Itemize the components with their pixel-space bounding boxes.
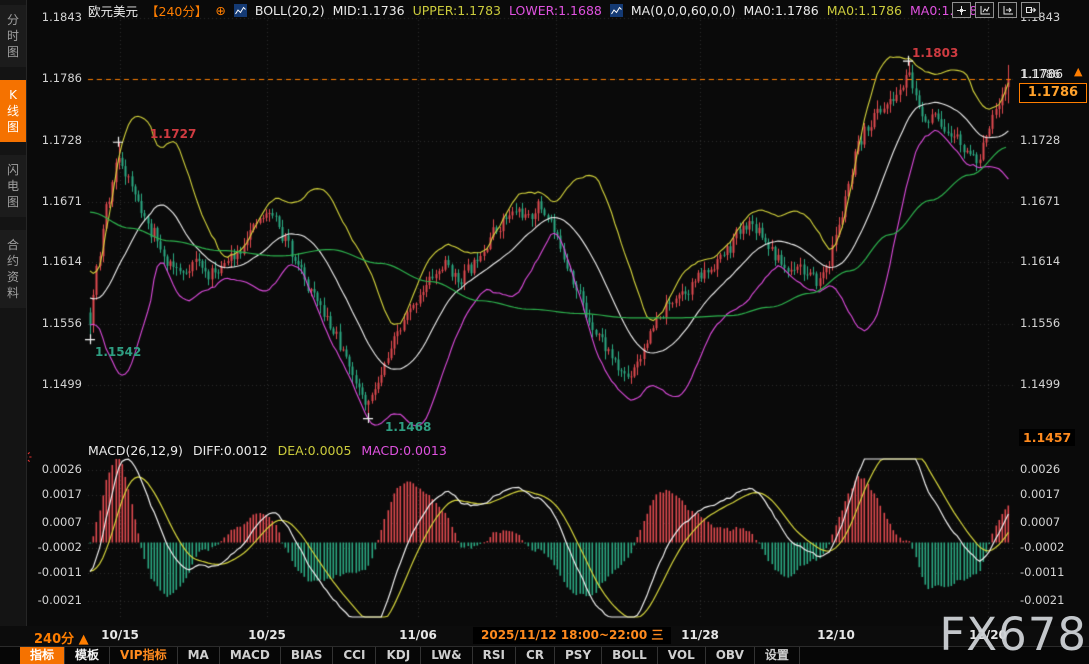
macd-axis-label-right: -0.0011 bbox=[1020, 565, 1064, 579]
date-label: 12/10 bbox=[801, 628, 871, 642]
toolbar-indicator[interactable]: 指标 bbox=[20, 647, 65, 664]
date-label: 10/15 bbox=[85, 628, 155, 642]
boll-lower-value: LOWER:1.1688 bbox=[509, 3, 602, 18]
price-axis-label-right: 1.1671 bbox=[1020, 194, 1060, 208]
macd-axis-label-left: 0.0017 bbox=[30, 487, 82, 501]
period-tag: 【240分】 bbox=[146, 1, 207, 20]
price-extreme-annotation: 1.1468 bbox=[385, 420, 431, 434]
toolbar-boll[interactable]: BOLL bbox=[602, 647, 658, 664]
x-axis-row: 240分 ▲ 2025/11/12 18:00~22:00 三 10/15 10/… bbox=[0, 626, 1089, 646]
tab-candle-chart[interactable]: K线图 bbox=[0, 80, 26, 142]
chart-header: 欧元美元【240分】 ⊕ BOLL(20,2) MID:1.1736 UPPER:1.1… bbox=[88, 2, 985, 18]
price-axis-label-left: 1.1728 bbox=[30, 133, 82, 147]
period-selector[interactable]: 240分 ▲ bbox=[34, 628, 89, 647]
left-sidebar: 分时图 K线图闪电图合约资料 bbox=[0, 0, 27, 626]
date-label: 11/28 bbox=[665, 628, 735, 642]
date-label: 10/25 bbox=[232, 628, 302, 642]
toolbar-vip-indicator[interactable]: VIP指标 bbox=[110, 647, 178, 664]
chart-tool-buttons bbox=[952, 2, 1040, 18]
toolbar-settings[interactable]: 设置 bbox=[755, 647, 800, 664]
price-axis-label-left: 1.1556 bbox=[30, 316, 82, 330]
price-axis-label-left: 1.1671 bbox=[30, 194, 82, 208]
watermark: FX678 bbox=[939, 608, 1087, 661]
boll-mid-value: MID:1.1736 bbox=[333, 3, 405, 18]
macd-dea-value: DEA:0.0005 bbox=[278, 443, 352, 458]
toolbar-bias[interactable]: BIAS bbox=[281, 647, 334, 664]
cursor-date-box: 2025/11/12 18:00~22:00 三 bbox=[473, 627, 671, 644]
macd-axis-label-right: 0.0026 bbox=[1020, 462, 1060, 476]
price-axis-label-right: 1.1728 bbox=[1020, 133, 1060, 147]
price-extreme-annotation: 1.1542 bbox=[95, 345, 141, 359]
toolbar-template[interactable]: 模板 bbox=[65, 647, 110, 664]
toolbar-obv[interactable]: OBV bbox=[706, 647, 755, 664]
ma-value-2: MA0:1.1786 bbox=[827, 3, 902, 18]
toolbar-kdj[interactable]: KDJ bbox=[376, 647, 421, 664]
macd-macd-value: MACD:0.0013 bbox=[361, 443, 446, 458]
price-axis-label-left: 1.1786 bbox=[30, 71, 82, 85]
toolbar-psy[interactable]: PSY bbox=[555, 647, 602, 664]
ma-value-1: MA0:1.1786 bbox=[744, 3, 819, 18]
toolbar-ma[interactable]: MA bbox=[178, 647, 220, 664]
toolbar-vol[interactable]: VOL bbox=[658, 647, 706, 664]
indicator-toolbar: 指标模板VIP指标MAMACDBIASCCIKDJLW&RSICRPSYBOLL… bbox=[0, 646, 1089, 664]
tab-lightning-chart[interactable]: 闪电图 bbox=[0, 155, 26, 217]
macd-header: MACD(26,12,9) DIFF:0.0012 DEA:0.0005 MAC… bbox=[88, 443, 447, 458]
add-indicator-icon[interactable]: ⊕ bbox=[215, 3, 225, 18]
macd-axis-label-left: 0.0007 bbox=[30, 515, 82, 529]
right-axis-current-label: 1.1786 bbox=[1021, 67, 1063, 81]
macd-axis-label-right: -0.0021 bbox=[1020, 593, 1064, 607]
macd-axis-label-left: -0.0011 bbox=[30, 565, 82, 579]
macd-axis-label-right: -0.0002 bbox=[1020, 540, 1064, 554]
price-axis-label-left: 1.1843 bbox=[30, 10, 82, 24]
ma-indicator-icon bbox=[610, 4, 623, 17]
shift-forward-icon[interactable] bbox=[998, 2, 1017, 18]
price-axis-label-left: 1.1499 bbox=[30, 377, 82, 391]
symbol-name: 欧元美元 bbox=[88, 1, 138, 20]
toolbar-macd[interactable]: MACD bbox=[220, 647, 281, 664]
pan-right-icon[interactable] bbox=[1021, 2, 1040, 18]
boll-label: BOLL(20,2) bbox=[255, 3, 325, 18]
ma-label: MA(0,0,0,60,0,0) bbox=[631, 3, 736, 18]
price-axis-label-left: 1.1614 bbox=[30, 254, 82, 268]
boll-upper-value: UPPER:1.1783 bbox=[413, 3, 501, 18]
crosshair-tool-icon[interactable] bbox=[952, 2, 971, 18]
date-label: 11/06 bbox=[383, 628, 453, 642]
macd-axis-label-left: -0.0021 bbox=[30, 593, 82, 607]
macd-axis-label-right: 0.0007 bbox=[1020, 515, 1060, 529]
price-extreme-annotation: 1.1727 bbox=[150, 127, 196, 141]
macd-axis-label-right: 0.0017 bbox=[1020, 487, 1060, 501]
price-axis-label-right: 1.1556 bbox=[1020, 316, 1060, 330]
toolbar-rsi[interactable]: RSI bbox=[473, 647, 516, 664]
tab-time-chart[interactable]: 分时图 bbox=[0, 5, 26, 67]
current-price-box: 1.1786 bbox=[1019, 83, 1087, 103]
macd-axis-label-left: 0.0026 bbox=[30, 462, 82, 476]
macd-diff-value: DIFF:0.0012 bbox=[193, 443, 268, 458]
price-axis-label-right: 1.1499 bbox=[1020, 377, 1060, 391]
price-axis-label-right: 1.1614 bbox=[1020, 254, 1060, 268]
restore-scale-icon[interactable] bbox=[975, 2, 994, 18]
macd-axis-label-left: -0.0002 bbox=[30, 540, 82, 554]
price-extreme-annotation: 1.1803 bbox=[912, 46, 958, 60]
price-up-arrow-icon: ▲ bbox=[1074, 65, 1082, 78]
app-window: 分时图 K线图闪电图合约资料 欧元美元【240分】 ⊕ BOLL(20,2) MID:1… bbox=[0, 0, 1089, 664]
macd-params-label: MACD(26,12,9) bbox=[88, 443, 183, 458]
toolbar-cr[interactable]: CR bbox=[516, 647, 555, 664]
session-low-tag: 1.1457 bbox=[1019, 429, 1075, 446]
toolbar-lw[interactable]: LW& bbox=[421, 647, 472, 664]
price-chart-canvas[interactable] bbox=[0, 0, 1089, 664]
tab-contract-info[interactable]: 合约资料 bbox=[0, 230, 26, 308]
boll-indicator-icon bbox=[234, 4, 247, 17]
toolbar-cci[interactable]: CCI bbox=[333, 647, 376, 664]
